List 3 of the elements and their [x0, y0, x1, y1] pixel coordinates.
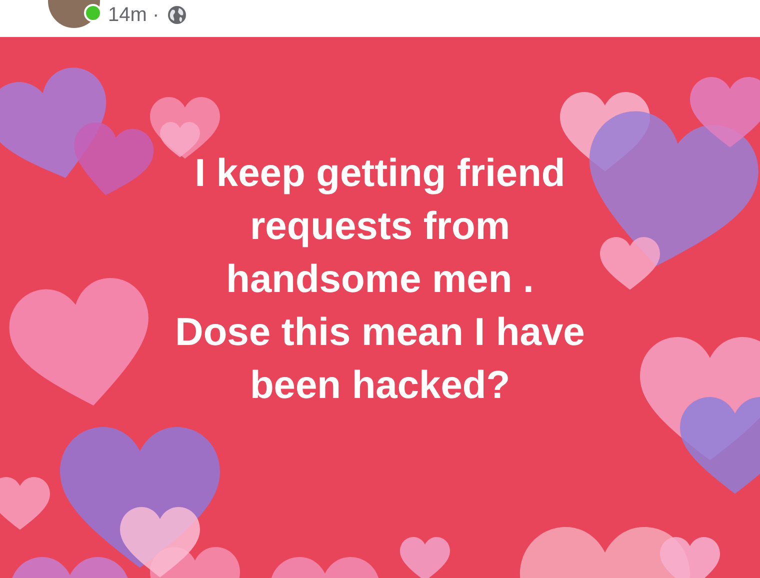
post-time: 14m · [108, 3, 160, 28]
globe-icon [167, 5, 188, 25]
post-text: I keep getting friend requests from handsome men . Dose this mean I have been hacked? [175, 151, 585, 409]
